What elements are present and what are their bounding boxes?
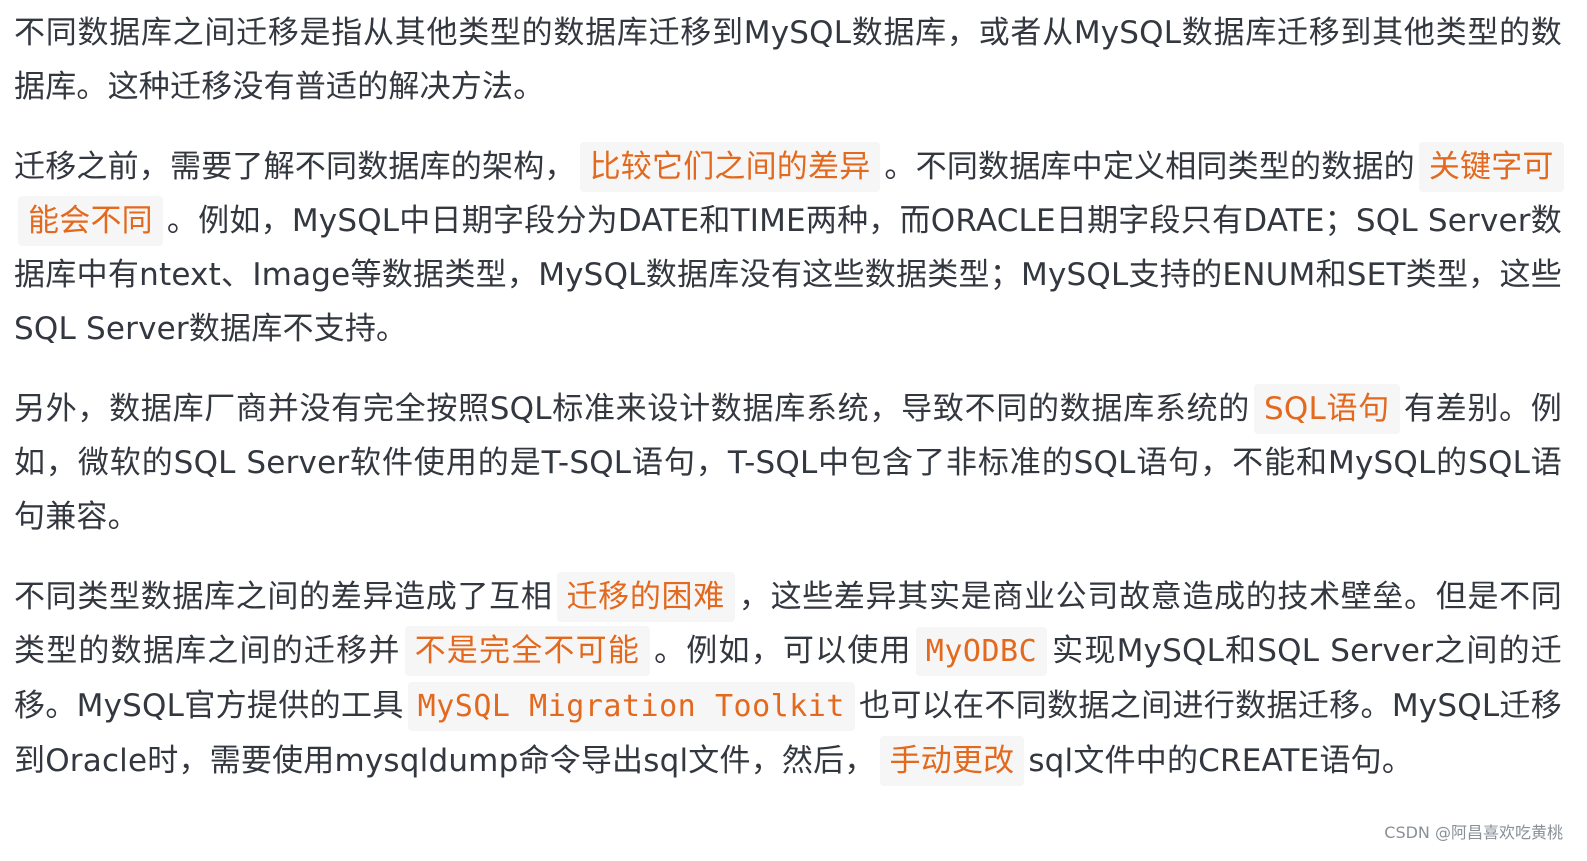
- paragraph-text: 迁移之前，需要了解不同数据库的架构，: [14, 149, 576, 185]
- paragraph-3: 另外，数据库厂商并没有完全按照SQL标准来设计数据库系统，导致不同的数据库系统的…: [14, 382, 1562, 544]
- paragraph-text: 不同类型数据库之间的差异造成了互相: [14, 579, 553, 615]
- highlighted-term: SQL语句: [1254, 384, 1400, 434]
- paragraph-text: 。不同数据库中定义相同类型的数据的: [884, 149, 1415, 185]
- paragraph-text: 。例如，可以使用: [654, 633, 912, 669]
- highlighted-term: 不是完全不可能: [404, 626, 651, 676]
- paragraph-2: 迁移之前，需要了解不同数据库的架构， 比较它们之间的差异 。不同数据库中定义相同类型…: [14, 140, 1564, 356]
- paragraph-text: 另外，数据库厂商并没有完全按照SQL标准来设计数据库系统，导致不同的数据库系统的: [14, 391, 1251, 427]
- paragraph-text: 。例如，MySQL中日期字段分为DATE和TIME两种，而ORACLE日期字段只…: [14, 203, 1562, 347]
- paragraph-1: 不同数据库之间迁移是指从其他类型的数据库迁移到MySQL数据库，或者从MySQL…: [14, 6, 1562, 114]
- watermark-label: CSDN @阿昌喜欢吃黄桃: [1384, 823, 1563, 842]
- paragraph-text: sql文件中的CREATE语句。: [1028, 743, 1414, 779]
- paragraph-4: 不同类型数据库之间的差异造成了互相 迁移的困难 ，这些差异其实是商业公司故意造成的技…: [14, 570, 1562, 788]
- highlighted-term: 迁移的困难: [556, 572, 735, 622]
- highlighted-term: 手动更改: [879, 736, 1025, 786]
- highlighted-term: 比较它们之间的差异: [579, 142, 881, 192]
- paragraph-text: 不同数据库之间迁移是指从其他类型的数据库迁移到MySQL数据库，或者从MySQL…: [14, 15, 1562, 105]
- article-body: 不同数据库之间迁移是指从其他类型的数据库迁移到MySQL数据库，或者从MySQL…: [14, 6, 1564, 814]
- inline-code: MyODBC: [915, 627, 1048, 676]
- inline-code: MySQL Migration Toolkit: [407, 682, 855, 731]
